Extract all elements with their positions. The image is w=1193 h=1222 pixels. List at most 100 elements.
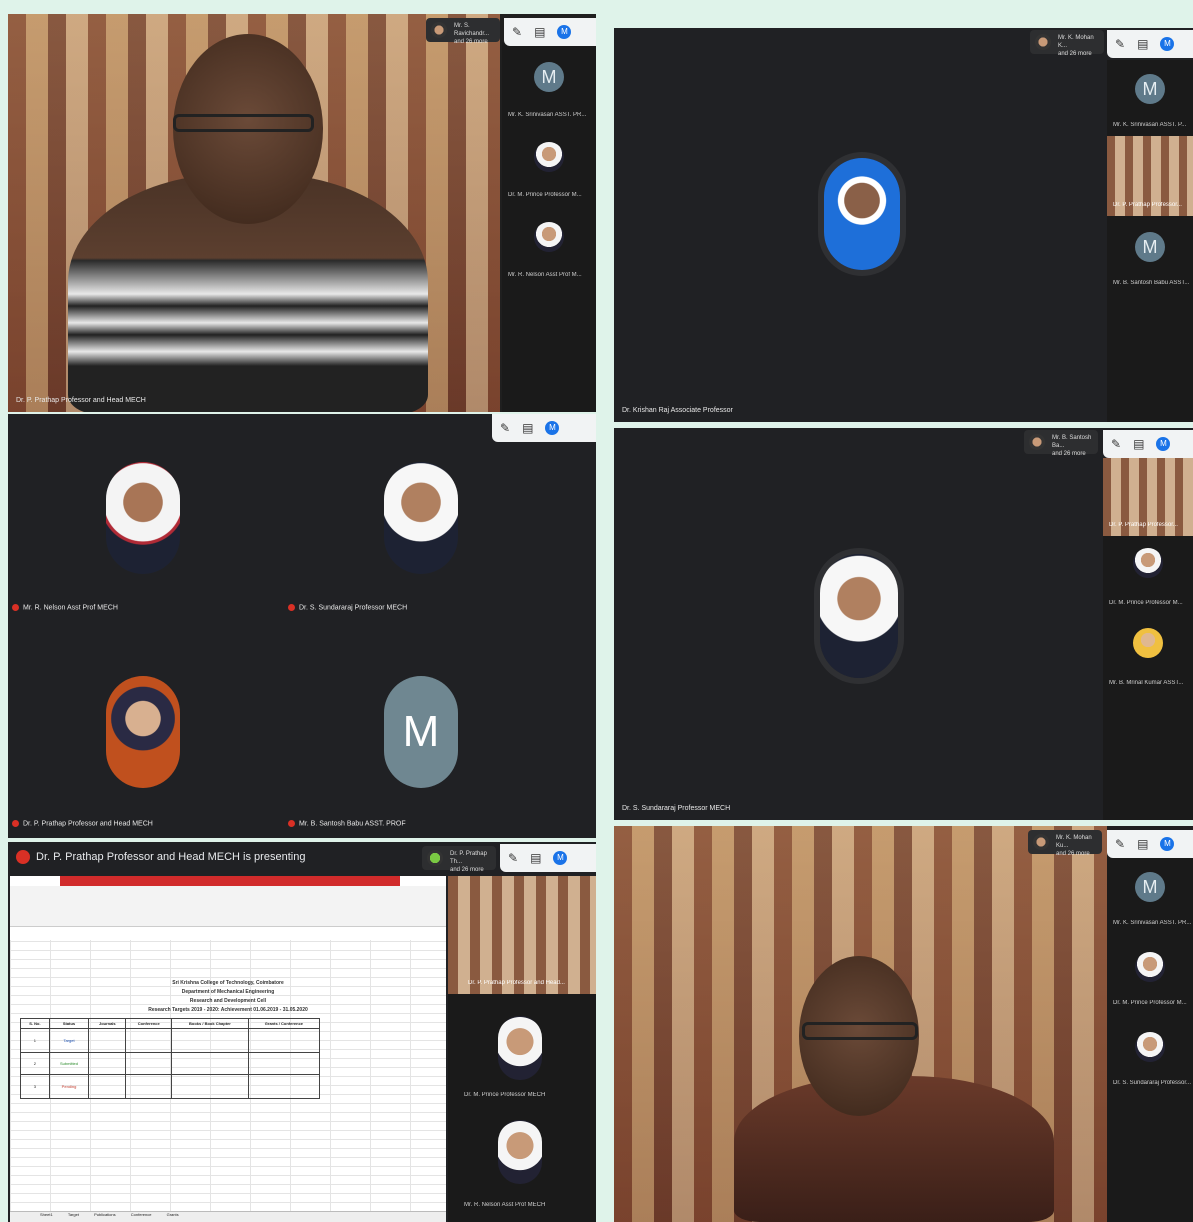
table-cell — [247, 1074, 321, 1099]
others-chip-line2: and 26 more — [450, 867, 484, 873]
table-header-row: S. No. Status Journals Conference Books … — [20, 1018, 321, 1029]
sheet-tabs[interactable]: Sheet1 Target Publications Conference Gr… — [10, 1211, 446, 1222]
others-chip-line1: Mr. S. Ravichandr... — [454, 23, 490, 37]
table-cell: 3 — [20, 1074, 50, 1099]
participant-label: Mr. K. Srinivasan ASST. P... — [1113, 122, 1187, 128]
participant-video-thumb[interactable] — [448, 876, 596, 994]
speaker-glasses — [802, 1022, 918, 1040]
others-chip-line2: and 26 more — [1056, 851, 1090, 857]
participant-photo[interactable] — [534, 222, 564, 252]
speaker-label: Dr. P. Prathap Professor and Head MECH — [16, 397, 146, 404]
pin-icon[interactable]: ✎ — [500, 421, 510, 435]
participant-label: Mr. R. Nelson Asst Prof M... — [508, 272, 582, 278]
chat-icon[interactable]: ▤ — [534, 25, 545, 39]
participant-label: Dr. P. Prathap Professor... — [1109, 522, 1178, 528]
table-cell — [247, 1028, 321, 1053]
sheet-subtitle: Research Targets 2019 - 2020: Achievemen… — [148, 1007, 308, 1013]
participant-photo-large — [824, 158, 900, 270]
participant-label: Dr. M. Prince Professor M... — [1109, 600, 1183, 606]
participant-photo[interactable] — [498, 1016, 542, 1080]
others-chip-line1: Dr. P. Prathap Th... — [450, 851, 487, 865]
table-header: Conference — [125, 1018, 173, 1029]
others-chip[interactable]: Mr. K. Mohan Ku... and 26 more — [1028, 830, 1102, 857]
user-avatar[interactable]: M — [1160, 37, 1175, 51]
tile-label: Dr. S. Sundararaj Professor MECH — [288, 604, 407, 611]
sheet-tab[interactable]: Publications — [94, 1212, 116, 1217]
participant-avatar[interactable]: M — [534, 62, 564, 92]
pin-icon[interactable]: ✎ — [1111, 437, 1121, 451]
excel-ribbon[interactable] — [10, 886, 446, 927]
sheet-tab[interactable]: Sheet1 — [40, 1212, 53, 1217]
others-chip-line2: and 26 more — [1052, 451, 1086, 457]
sheet-tab[interactable]: Target — [68, 1212, 79, 1217]
user-avatar[interactable]: M — [1160, 837, 1175, 851]
presenting-text: Dr. P. Prathap Professor and Head MECH i… — [36, 851, 306, 863]
others-chip-line1: Mr. B. Santosh Ba... — [1052, 435, 1092, 449]
participant-photo[interactable] — [1133, 628, 1163, 658]
participant-photo[interactable] — [1135, 952, 1165, 982]
table-cell: 2 — [20, 1052, 50, 1075]
meeting-panel-1: Dr. P. Prathap Professor and Head MECH M… — [8, 14, 596, 412]
participant-thumb — [1035, 34, 1051, 50]
meeting-toolbar: ✎ ▤ M — [1107, 30, 1193, 58]
participant-photo[interactable] — [498, 1120, 542, 1184]
table-cell — [171, 1028, 249, 1053]
participant-photo[interactable] — [1133, 548, 1163, 578]
sheet-tab[interactable]: Grants — [167, 1212, 179, 1217]
participant-photo-large — [106, 676, 180, 788]
meeting-panel-3: Mr. R. Nelson Asst Prof MECH Dr. S. Sund… — [8, 414, 596, 838]
pin-icon[interactable]: ✎ — [508, 851, 518, 865]
others-chip[interactable]: Mr. B. Santosh Ba... and 26 more — [1024, 430, 1098, 457]
chat-icon[interactable]: ▤ — [522, 421, 533, 435]
meeting-toolbar: ✎ ▤ M — [1103, 430, 1193, 458]
others-chip[interactable]: Mr. K. Mohan K... and 26 more — [1030, 30, 1104, 57]
speaker-label: Dr. Krishan Raj Associate Professor — [622, 407, 733, 414]
participant-avatar[interactable]: M — [1135, 872, 1165, 902]
table-cell: Pending — [48, 1074, 90, 1099]
user-avatar[interactable]: M — [553, 851, 568, 865]
table-cell — [247, 1052, 321, 1075]
participant-thumb — [1029, 434, 1045, 450]
shared-spreadsheet[interactable]: Sri Krishna College of Technology, Coimb… — [10, 876, 446, 1222]
participant-avatar[interactable]: M — [1135, 74, 1165, 104]
sheet-title: Sri Krishna College of Technology, Coimb… — [172, 980, 284, 986]
sheet-tab[interactable]: Conference — [131, 1212, 152, 1217]
chat-icon[interactable]: ▤ — [1137, 37, 1148, 51]
participant-sidebar: M Mr. K. Srinivasan ASST. PR... Dr. M. P… — [502, 42, 596, 412]
user-avatar[interactable]: M — [1156, 437, 1171, 451]
participant-thumb — [431, 22, 447, 38]
tile-label: Mr. R. Nelson Asst Prof MECH — [12, 604, 118, 611]
others-chip[interactable]: Dr. P. Prathap Th... and 26 more — [422, 846, 496, 873]
chat-icon[interactable]: ▤ — [1137, 837, 1148, 851]
chat-icon[interactable]: ▤ — [530, 851, 541, 865]
participant-label: Mr. K. Srinivasan ASST. PR... — [508, 112, 587, 118]
participant-sidebar: Dr. P. Prathap Professor and Head... Dr.… — [448, 876, 596, 1222]
user-avatar[interactable]: M — [545, 421, 560, 435]
participant-label: Mr. K. Srinivasan ASST. PR... — [1113, 920, 1192, 926]
others-chip-line1: Mr. K. Mohan K... — [1058, 35, 1094, 49]
pin-icon[interactable]: ✎ — [512, 25, 522, 39]
user-avatar[interactable]: M — [557, 25, 572, 39]
table-cell — [171, 1052, 249, 1075]
participant-thumb — [427, 850, 443, 866]
pin-icon[interactable]: ✎ — [1115, 37, 1125, 51]
sheet-subtitle: Research and Development Cell — [189, 998, 267, 1004]
participant-photo[interactable] — [534, 142, 564, 172]
table-cell — [125, 1074, 173, 1099]
participant-photo[interactable] — [1135, 1032, 1165, 1062]
presenting-bar: Dr. P. Prathap Professor and Head MECH i… — [8, 842, 428, 872]
tile-label: Mr. B. Santosh Babu ASST. PROF — [288, 820, 406, 827]
speaker-glasses — [173, 114, 314, 132]
meeting-toolbar: ✎ ▤ M — [500, 844, 596, 872]
meeting-toolbar: ✎ ▤ M — [504, 18, 596, 46]
pin-icon[interactable]: ✎ — [1115, 837, 1125, 851]
table-header: Grants / Conference — [247, 1018, 321, 1029]
chat-icon[interactable]: ▤ — [1133, 437, 1144, 451]
table-header: Status — [48, 1018, 90, 1029]
meeting-toolbar: ✎ ▤ M — [492, 414, 596, 442]
participant-avatar[interactable]: M — [1135, 232, 1165, 262]
table-cell — [125, 1052, 173, 1075]
others-chip[interactable]: Mr. S. Ravichandr... and 26 more — [426, 18, 500, 45]
participant-thumb — [1033, 834, 1049, 850]
meeting-panel-6: M Mr. K. Srinivasan ASST. PR... Dr. M. P… — [614, 826, 1193, 1222]
